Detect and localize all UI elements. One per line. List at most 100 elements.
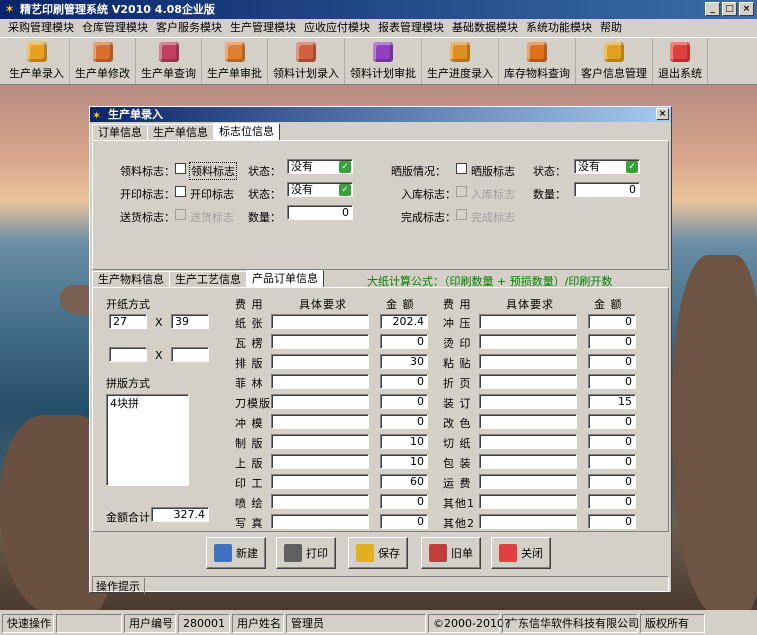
toolbar-button-4[interactable]: 领料计划录入 (268, 38, 345, 84)
menu-receivable[interactable]: 应收应付模块 (300, 19, 374, 37)
fee-amount-left[interactable]: 0 (380, 334, 428, 349)
tab-materials[interactable]: 生产物料信息 (92, 271, 170, 287)
plate-flag-text[interactable]: 晒版标志 (471, 163, 515, 179)
plate-flag-checkbox[interactable] (456, 163, 467, 174)
quick-ops[interactable]: 快速操作 (2, 613, 54, 633)
fee-amount-right[interactable]: 0 (588, 514, 636, 529)
fee-req-left[interactable] (271, 374, 369, 389)
menu-purchase[interactable]: 采购管理模块 (4, 19, 78, 37)
fee-amount-right[interactable]: 0 (588, 494, 636, 509)
toolbar-button-5[interactable]: 领料计划审批 (345, 38, 422, 84)
menu-reports[interactable]: 报表管理模块 (374, 19, 448, 37)
fee-req-right[interactable] (479, 474, 577, 489)
fee-req-right[interactable] (479, 434, 577, 449)
open-width-1[interactable]: 27 (109, 314, 147, 329)
menu-help[interactable]: 帮助 (596, 19, 626, 37)
minimize-button[interactable]: _ (705, 2, 720, 16)
toolbar-button-0[interactable]: 生产单录入 (4, 38, 70, 84)
fee-req-left[interactable] (271, 514, 369, 529)
maximize-button[interactable]: □ (722, 2, 737, 16)
layout-method-textarea[interactable]: 4块拼 (106, 394, 189, 486)
open-width-2[interactable] (109, 347, 147, 362)
fee-req-right[interactable] (479, 314, 577, 329)
fee-amount-right[interactable]: 0 (588, 474, 636, 489)
fee-amount-left[interactable]: 202.4 (380, 314, 428, 329)
pick-flag-text[interactable]: 领料标志 (189, 162, 237, 180)
total-amount-field[interactable]: 327.4 (151, 507, 209, 522)
tab-production-info[interactable]: 生产单信息 (147, 124, 214, 140)
open-height-2[interactable] (171, 347, 209, 362)
fee-req-right[interactable] (479, 414, 577, 429)
fee-amount-right[interactable]: 0 (588, 454, 636, 469)
close-window-button[interactable]: × (739, 2, 754, 16)
fee-req-right[interactable] (479, 394, 577, 409)
tab-order-info[interactable]: 订单信息 (92, 124, 148, 140)
fee-name-right: 包 装 (443, 457, 472, 470)
fee-amount-right[interactable]: 0 (588, 314, 636, 329)
fee-req-left[interactable] (271, 354, 369, 369)
fee-req-right[interactable] (479, 354, 577, 369)
toolbar-button-8[interactable]: 客户信息管理 (576, 38, 653, 84)
fee-amount-right[interactable]: 0 (588, 354, 636, 369)
fee-amount-left[interactable]: 0 (380, 514, 428, 529)
tab-process[interactable]: 生产工艺信息 (169, 271, 247, 287)
toolbar-button-9[interactable]: 退出系统 (653, 38, 708, 84)
delivery-flag-checkbox (175, 209, 186, 220)
fee-amount-right[interactable]: 0 (588, 434, 636, 449)
toolbar-button-6[interactable]: 生产进度录入 (422, 38, 499, 84)
action-button-4[interactable]: 关闭 (491, 537, 551, 569)
fee-amount-left[interactable]: 0 (380, 394, 428, 409)
fee-req-right[interactable] (479, 454, 577, 469)
fee-req-left[interactable] (271, 314, 369, 329)
stock-qty-field[interactable]: 0 (574, 182, 640, 197)
action-button-1[interactable]: 打印 (276, 537, 336, 569)
fee-name-left: 上 版 (235, 457, 264, 470)
fee-amount-left[interactable]: 0 (380, 494, 428, 509)
tab-product-order[interactable]: 产品订单信息 (246, 270, 324, 287)
fee-req-left[interactable] (271, 334, 369, 349)
toolbar-button-3[interactable]: 生产单审批 (202, 38, 268, 84)
fee-req-left[interactable] (271, 414, 369, 429)
fee-req-left[interactable] (271, 474, 369, 489)
fee-amount-right[interactable]: 15 (588, 394, 636, 409)
dialog-close-button[interactable]: × (656, 108, 669, 120)
menu-customer[interactable]: 客户服务模块 (152, 19, 226, 37)
action-button-0[interactable]: 新建 (206, 537, 266, 569)
fee-amount-left[interactable]: 60 (380, 474, 428, 489)
action-button-2[interactable]: 保存 (348, 537, 408, 569)
delivery-flag-text: 送货标志 (190, 211, 234, 224)
fee-req-right[interactable] (479, 374, 577, 389)
tab-flags[interactable]: 标志位信息 (213, 123, 280, 140)
fee-amount-left[interactable]: 10 (380, 454, 428, 469)
fee-req-left[interactable] (271, 494, 369, 509)
fee-amount-left[interactable]: 0 (380, 374, 428, 389)
print-flag-checkbox[interactable] (175, 186, 186, 197)
fee-amount-right[interactable]: 0 (588, 374, 636, 389)
fee-req-right[interactable] (479, 494, 577, 509)
menu-system[interactable]: 系统功能模块 (522, 19, 596, 37)
toolbar-button-2[interactable]: 生产单查询 (136, 38, 202, 84)
fee-amount-left[interactable]: 0 (380, 414, 428, 429)
menu-warehouse[interactable]: 仓库管理模块 (78, 19, 152, 37)
fee-req-left[interactable] (271, 434, 369, 449)
fee-amount-left[interactable]: 10 (380, 434, 428, 449)
fee-amount-left[interactable]: 30 (380, 354, 428, 369)
fee-name-left: 冲 模 (235, 417, 264, 430)
toolbar-button-7[interactable]: 库存物料查询 (499, 38, 576, 84)
menu-production[interactable]: 生产管理模块 (226, 19, 300, 37)
fee-req-left[interactable] (271, 394, 369, 409)
fee-req-right[interactable] (479, 334, 577, 349)
fee-name-right: 改 色 (443, 417, 472, 430)
toolbar-button-1[interactable]: 生产单修改 (70, 38, 136, 84)
fee-req-right[interactable] (479, 514, 577, 529)
fee-req-left[interactable] (271, 454, 369, 469)
open-height-1[interactable]: 39 (171, 314, 209, 329)
pick-flag-checkbox[interactable] (175, 163, 186, 174)
print-flag-text[interactable]: 开印标志 (190, 186, 234, 202)
fee-amount-right[interactable]: 0 (588, 334, 636, 349)
action-button-3[interactable]: 旧单 (421, 537, 481, 569)
fee-amount-right[interactable]: 0 (588, 414, 636, 429)
user-id-label: 用户编号 (124, 613, 176, 633)
delivery-qty-field[interactable]: 0 (287, 205, 353, 220)
menu-basedata[interactable]: 基础数据模块 (448, 19, 522, 37)
